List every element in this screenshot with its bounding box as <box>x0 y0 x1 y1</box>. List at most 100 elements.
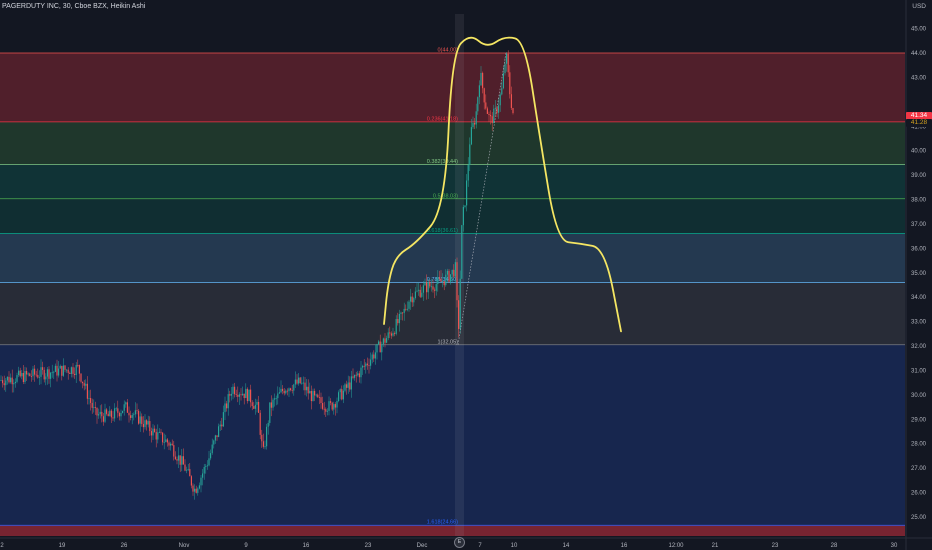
candle-body <box>216 435 218 437</box>
candle-body <box>86 383 88 399</box>
candle-body <box>501 88 503 95</box>
candle-body <box>30 375 32 377</box>
price-chart[interactable]: 0(44.00) 0.236(41.18) 0.382(39.44) 0.5(38.0… <box>0 0 932 550</box>
time-tick-label: Nov <box>179 543 190 549</box>
candle-body <box>269 402 271 423</box>
fibonacci-retracement[interactable] <box>0 14 905 536</box>
time-tick-label: 10 <box>511 543 518 549</box>
time-tick-label: 26 <box>121 543 128 549</box>
candle-body <box>486 108 488 114</box>
candle-body <box>64 365 66 370</box>
candle-body <box>331 402 333 410</box>
price-tick-label: 26.00 <box>911 491 927 497</box>
candle-body <box>242 393 244 396</box>
candle-body <box>392 333 394 336</box>
price-tick-label: 33.00 <box>911 320 927 326</box>
candle-body <box>326 410 328 412</box>
candle-body <box>328 401 330 411</box>
candle-body <box>274 398 276 400</box>
candle-body <box>13 383 15 385</box>
time-tick-label: 16 <box>303 543 310 549</box>
candle-body <box>195 488 197 493</box>
candle-body <box>157 432 159 440</box>
candle-body <box>138 410 140 424</box>
candle-body <box>459 278 461 329</box>
candle-body <box>342 390 344 400</box>
candle-body <box>253 406 255 409</box>
candle-body <box>480 72 482 86</box>
price-tick-label: 34.00 <box>911 295 927 301</box>
candle-body <box>213 440 215 445</box>
candle-body <box>205 466 207 468</box>
candle-body <box>8 376 10 383</box>
candle-body <box>6 376 8 381</box>
price-tick-label: 29.00 <box>911 417 927 423</box>
candle-body <box>232 386 234 394</box>
earnings-icon[interactable]: E <box>454 537 465 548</box>
candle-body <box>334 404 336 408</box>
candle-body <box>259 412 261 435</box>
price-axis[interactable]: 25.00 26.00 27.00 28.00 29.00 30.00 31.00 32.00… <box>905 0 927 550</box>
candle-body <box>147 421 149 425</box>
candle-body <box>37 374 39 378</box>
time-tick-label: 30 <box>891 543 898 549</box>
candle-body <box>438 277 440 279</box>
fib-level-label: 0.236(41.18) <box>427 116 458 122</box>
candle-body <box>443 281 445 286</box>
candle-body <box>347 382 349 388</box>
candle-body <box>163 441 165 443</box>
candle-body <box>38 376 40 378</box>
candle-body <box>355 374 357 376</box>
candle-body <box>222 412 224 427</box>
price-tick-label: 45.00 <box>911 27 927 33</box>
candle-body <box>214 435 216 441</box>
price-tick-label: 27.00 <box>911 466 927 472</box>
candle-body <box>227 394 229 409</box>
candle-body <box>230 393 232 396</box>
candle-body <box>376 344 378 353</box>
candle-body <box>22 372 24 383</box>
candle-body <box>59 365 61 369</box>
candle-body <box>107 413 109 417</box>
candle-body <box>91 402 93 408</box>
candle-body <box>427 282 429 293</box>
candle-body <box>482 72 484 89</box>
candle-body <box>40 367 42 377</box>
candle-body <box>96 407 98 416</box>
candle-body <box>491 116 493 124</box>
symbol-title[interactable]: PAGERDUTY INC, 30, Cboe BZX, Heikin Ashi <box>2 3 145 10</box>
time-tick-label: 28 <box>831 543 838 549</box>
candle-body <box>245 388 247 399</box>
time-axis[interactable]: 2 19 26 Nov 9 16 23 Dec 7 10 14 16 12:00 21 23 28 30 <box>0 537 932 549</box>
time-tick-label: 21 <box>712 543 719 549</box>
candle-body <box>314 390 316 396</box>
candle-body <box>160 431 162 433</box>
candle-body <box>272 399 274 408</box>
candle-body <box>456 262 458 301</box>
time-tick-label: 23 <box>365 543 372 549</box>
candle-body <box>171 443 173 446</box>
candle-body <box>179 455 181 465</box>
candle-body <box>395 319 397 334</box>
candle-body <box>285 390 287 394</box>
candle-body <box>426 282 428 293</box>
candle-body <box>104 409 106 422</box>
candle-body <box>422 285 424 293</box>
candle-body <box>106 409 108 414</box>
candle-body <box>149 421 151 432</box>
candle-body <box>101 411 103 417</box>
candle-body <box>296 379 298 384</box>
candle-body <box>354 374 356 378</box>
candle-body <box>54 365 56 372</box>
candle-body <box>130 415 132 418</box>
candle-body <box>56 365 58 376</box>
candle-body <box>88 398 90 399</box>
candle-body <box>406 308 408 310</box>
candle-body <box>158 431 160 433</box>
candle-body <box>190 476 192 486</box>
price-tick-label: 30.00 <box>911 393 927 399</box>
candle-body <box>43 369 45 380</box>
candle-body <box>440 278 442 282</box>
candle-body <box>371 354 373 360</box>
time-tick-label: 23 <box>772 543 779 549</box>
